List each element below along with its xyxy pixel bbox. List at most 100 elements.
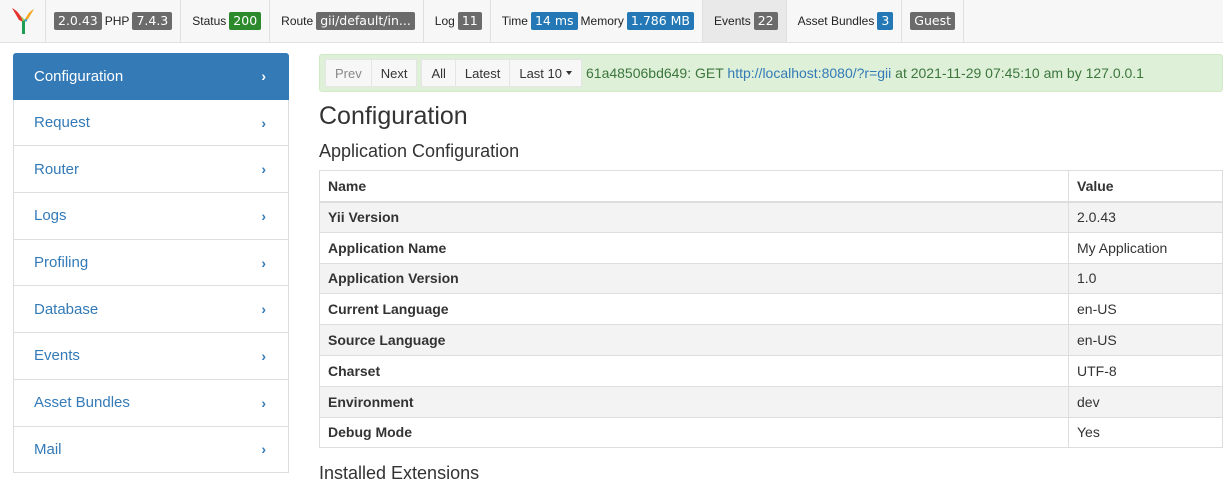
- asset-bundles-label: Asset Bundles: [797, 14, 875, 28]
- table-header-row: Name Value: [319, 170, 1223, 203]
- request-tag-method: 61a48506bd649: GET: [586, 65, 724, 81]
- events-label: Events: [714, 14, 751, 28]
- prev-next-group: Prev Next: [325, 59, 418, 87]
- table-row: Debug Mode Yes: [319, 416, 1223, 449]
- chevron-right-icon: ›: [261, 441, 266, 458]
- table-row: Yii Version 2.0.43: [319, 201, 1223, 233]
- yii-logo-icon[interactable]: [0, 0, 46, 42]
- nav-item-label: Database: [34, 300, 99, 318]
- nav-item-label: Router: [34, 160, 80, 178]
- chevron-right-icon: ›: [261, 161, 266, 178]
- status-badge: 200: [229, 12, 262, 30]
- next-button[interactable]: Next: [371, 59, 418, 87]
- toolbar-status-block[interactable]: Status 200: [181, 0, 271, 42]
- log-count-badge: 11: [457, 12, 482, 30]
- nav-item-label: Profiling: [34, 254, 89, 272]
- memory-badge: 1.786 MB: [626, 12, 695, 30]
- page-title: Configuration: [319, 102, 468, 130]
- row-value: en-US: [1068, 324, 1223, 356]
- nav-item-label: Configuration: [34, 67, 124, 85]
- toolbar-route-block[interactable]: Route gii/default/in...: [270, 0, 424, 42]
- chevron-right-icon: ›: [261, 68, 266, 85]
- row-value: 2.0.43: [1068, 201, 1223, 233]
- last-10-label: Last 10: [519, 65, 562, 81]
- row-name: Debug Mode: [319, 416, 1069, 449]
- nav-item-label: Events: [34, 347, 80, 365]
- toolbar-user-block[interactable]: Guest: [902, 0, 964, 42]
- nav-item-database[interactable]: Database ›: [13, 286, 289, 334]
- yii-version-badge: 2.0.43: [54, 12, 102, 30]
- request-summary-bar: Prev Next All Latest Last 10 61a48506bd6…: [319, 54, 1223, 92]
- chevron-right-icon: ›: [261, 114, 266, 131]
- nav-item-events[interactable]: Events ›: [13, 333, 289, 380]
- asset-bundles-badge: 3: [877, 12, 894, 30]
- toolbar-log-block[interactable]: Log 11: [424, 0, 491, 42]
- section-title-installed-extensions: Installed Extensions: [319, 463, 480, 483]
- table-row: Environment dev: [319, 385, 1223, 418]
- nav-item-router[interactable]: Router ›: [13, 146, 289, 194]
- nav-item-mail[interactable]: Mail ›: [13, 426, 289, 474]
- request-url-link[interactable]: http://localhost:8080/?r=gii: [727, 65, 891, 81]
- nav-item-label: Request: [34, 114, 90, 132]
- toolbar-events-block[interactable]: Events 22: [703, 0, 787, 42]
- request-summary-text: 61a48506bd649: GET http://localhost:8080…: [586, 65, 1144, 81]
- panel-nav: Configuration › Request › Router › Logs …: [13, 53, 289, 474]
- table-row: Source Language en-US: [319, 324, 1223, 356]
- table-row: Application Name My Application: [319, 231, 1223, 264]
- prev-button[interactable]: Prev: [325, 59, 372, 87]
- row-name: Source Language: [319, 324, 1069, 356]
- toolbar-config-block[interactable]: 2.0.43 PHP 7.4.3: [46, 0, 182, 42]
- row-value: dev: [1068, 385, 1223, 418]
- section-title-app-config: Application Configuration: [319, 141, 520, 161]
- time-label: Time: [501, 14, 528, 28]
- row-name: Yii Version: [319, 201, 1069, 233]
- row-name: Application Name: [319, 231, 1069, 264]
- chevron-right-icon: ›: [261, 207, 266, 224]
- table-row: Application Version 1.0: [319, 262, 1223, 295]
- toolbar-assets-block[interactable]: Asset Bundles 3: [787, 0, 903, 42]
- request-time-ip: at 2021-11-29 07:45:10 am by 127.0.0.1: [895, 65, 1144, 81]
- column-header-name: Name: [319, 170, 1069, 203]
- chevron-right-icon: ›: [261, 254, 266, 271]
- nav-item-logs[interactable]: Logs ›: [13, 193, 289, 240]
- caret-down-icon: [566, 71, 572, 75]
- config-table: Name Value Yii Version 2.0.43 Applicatio…: [319, 170, 1223, 449]
- row-name: Application Version: [319, 262, 1069, 295]
- row-value: My Application: [1068, 231, 1223, 264]
- events-count-badge: 22: [753, 12, 778, 30]
- history-group: All Latest Last 10: [421, 59, 582, 87]
- route-label: Route: [281, 14, 314, 28]
- chevron-right-icon: ›: [261, 394, 266, 411]
- row-value: Yes: [1068, 416, 1223, 449]
- column-header-value: Value: [1068, 170, 1223, 203]
- row-name: Current Language: [319, 293, 1069, 326]
- last-10-dropdown[interactable]: Last 10: [510, 59, 582, 87]
- user-badge: Guest: [910, 12, 955, 30]
- row-name: Charset: [319, 354, 1069, 387]
- nav-item-asset-bundles[interactable]: Asset Bundles ›: [13, 379, 289, 427]
- nav-item-configuration[interactable]: Configuration ›: [13, 53, 289, 100]
- nav-item-label: Asset Bundles: [34, 394, 130, 412]
- php-label: PHP: [104, 14, 130, 28]
- debug-toolbar: 2.0.43 PHP 7.4.3 Status 200 Route gii/de…: [0, 0, 1223, 43]
- chevron-right-icon: ›: [261, 347, 266, 364]
- row-value: 1.0: [1068, 262, 1223, 295]
- latest-button[interactable]: Latest: [455, 59, 511, 87]
- log-label: Log: [434, 14, 455, 28]
- chevron-right-icon: ›: [261, 301, 266, 318]
- nav-item-label: Mail: [34, 440, 62, 458]
- toolbar-time-memory-block[interactable]: Time 14 ms Memory 1.786 MB: [491, 0, 704, 42]
- time-badge: 14 ms: [530, 12, 578, 30]
- route-badge: gii/default/in...: [316, 12, 415, 30]
- table-row: Charset UTF-8: [319, 354, 1223, 387]
- all-button[interactable]: All: [421, 59, 456, 87]
- row-value: UTF-8: [1068, 354, 1223, 387]
- nav-item-profiling[interactable]: Profiling ›: [13, 239, 289, 287]
- table-row: Current Language en-US: [319, 293, 1223, 326]
- status-label: Status: [192, 14, 227, 28]
- row-name: Environment: [319, 385, 1069, 418]
- nav-item-request[interactable]: Request ›: [13, 99, 289, 147]
- php-version-badge: 7.4.3: [132, 12, 173, 30]
- row-value: en-US: [1068, 293, 1223, 326]
- memory-label: Memory: [580, 14, 624, 28]
